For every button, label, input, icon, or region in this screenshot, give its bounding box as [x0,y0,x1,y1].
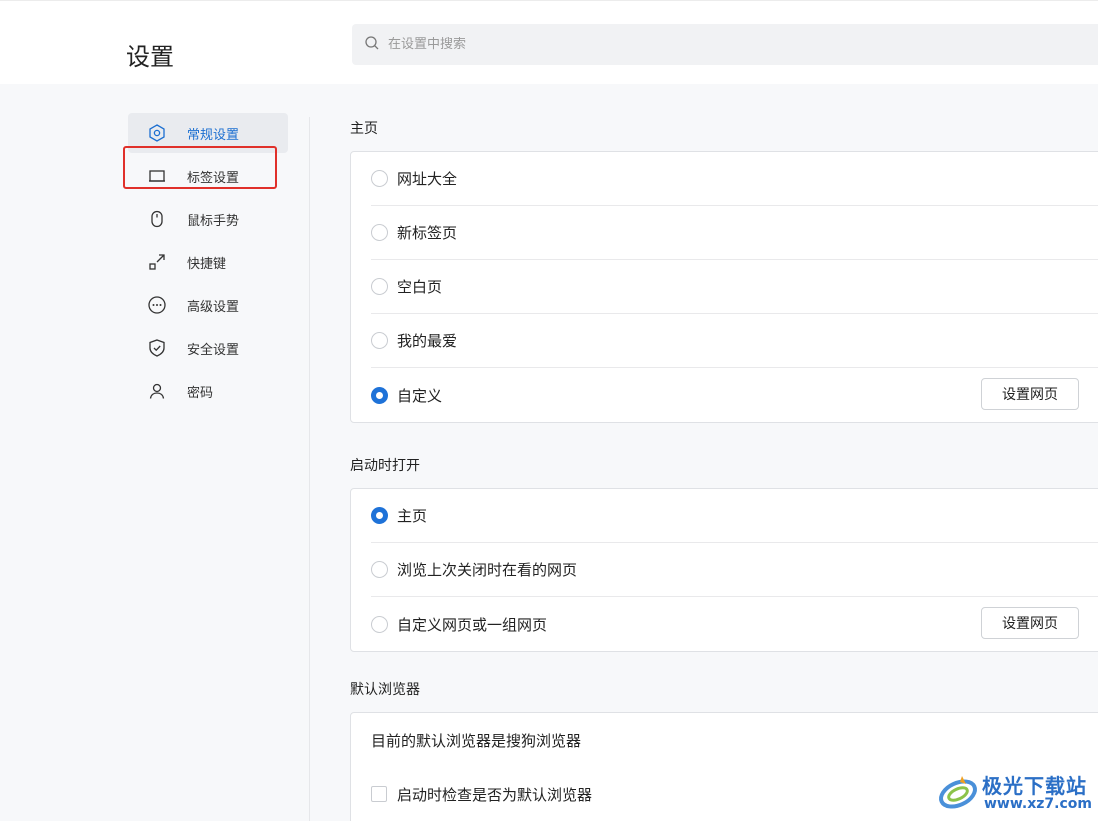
startup-section-title: 启动时打开 [350,458,420,474]
radio-button-checked[interactable] [371,507,388,524]
radio-button[interactable] [371,224,388,241]
more-circle-icon [146,294,168,316]
startup-option[interactable]: 自定义网页或一组网页 设置网页 [371,597,1098,651]
sidebar-item-mouse-gesture[interactable]: 鼠标手势 [128,199,288,239]
option-label: 我的最爱 [397,332,458,350]
homepage-option[interactable]: 我的最爱 [371,314,1098,368]
homepage-option[interactable]: 网址大全 [371,152,1098,206]
sidebar-item-label: 安全设置 [187,342,240,358]
default-browser-section-title: 默认浏览器 [350,682,420,698]
sidebar-item-label: 高级设置 [187,299,240,315]
search-icon [364,35,380,55]
option-label: 主页 [397,507,428,525]
tab-icon [146,165,168,187]
sidebar-divider [309,117,310,821]
set-homepage-button[interactable]: 设置网页 [981,378,1079,410]
watermark-logo: 极光下载站 www.xz7.com [936,768,1098,818]
radio-button[interactable] [371,170,388,187]
homepage-option[interactable]: 新标签页 [371,206,1098,260]
option-label: 空白页 [397,278,443,296]
shield-icon [146,337,168,359]
startup-card: 主页 浏览上次关闭时在看的网页 自定义网页或一组网页 设置网页 [350,488,1098,652]
homepage-section-title: 主页 [350,121,378,137]
watermark-url: www.xz7.com [984,796,1092,812]
search-box[interactable] [352,24,1098,65]
sidebar-item-shortcut[interactable]: 快捷键 [128,242,288,282]
radio-button[interactable] [371,278,388,295]
default-browser-status: 目前的默认浏览器是搜狗浏览器 [371,731,582,750]
option-label: 自定义 [397,386,443,405]
option-label: 启动时检查是否为默认浏览器 [397,785,593,804]
sidebar-item-label: 常规设置 [187,127,240,143]
sidebar: 常规设置 标签设置 鼠标手势 快捷键 高级设置 安全设置 密码 [128,113,288,414]
sidebar-item-label: 快捷键 [187,256,227,272]
set-startup-pages-button[interactable]: 设置网页 [981,607,1079,639]
sidebar-item-advanced[interactable]: 高级设置 [128,285,288,325]
sidebar-item-label: 鼠标手势 [187,213,240,229]
search-input[interactable] [388,37,988,52]
option-label: 网址大全 [397,170,458,188]
homepage-option[interactable]: 空白页 [371,260,1098,314]
sidebar-item-tabs[interactable]: 标签设置 [128,156,288,196]
watermark-swirl-icon [939,776,977,809]
checkbox[interactable] [371,786,387,802]
user-icon [146,380,168,402]
page-title: 设置 [126,43,174,71]
homepage-card: 网址大全 新标签页 空白页 我的最爱 自定义 设置网页 [350,151,1098,423]
sidebar-item-general[interactable]: 常规设置 [128,113,288,153]
settings-hexagon-icon [146,122,168,144]
sidebar-item-security[interactable]: 安全设置 [128,328,288,368]
top-bar: 设置 [0,0,1098,84]
radio-button[interactable] [371,332,388,349]
mouse-icon [146,208,168,230]
homepage-option[interactable]: 自定义 设置网页 [371,368,1098,422]
watermark-text: 极光下载站 [982,774,1087,798]
startup-option[interactable]: 浏览上次关闭时在看的网页 [371,543,1098,597]
sidebar-item-password[interactable]: 密码 [128,371,288,411]
option-label: 自定义网页或一组网页 [397,615,548,634]
radio-button[interactable] [371,561,388,578]
sidebar-item-label: 标签设置 [187,170,240,186]
option-label: 新标签页 [397,224,458,242]
option-label: 浏览上次关闭时在看的网页 [397,561,578,579]
radio-button-checked[interactable] [371,386,388,404]
radio-button[interactable] [371,615,388,633]
startup-option[interactable]: 主页 [371,489,1098,543]
shortcut-icon [146,251,168,273]
sidebar-item-label: 密码 [187,385,214,401]
